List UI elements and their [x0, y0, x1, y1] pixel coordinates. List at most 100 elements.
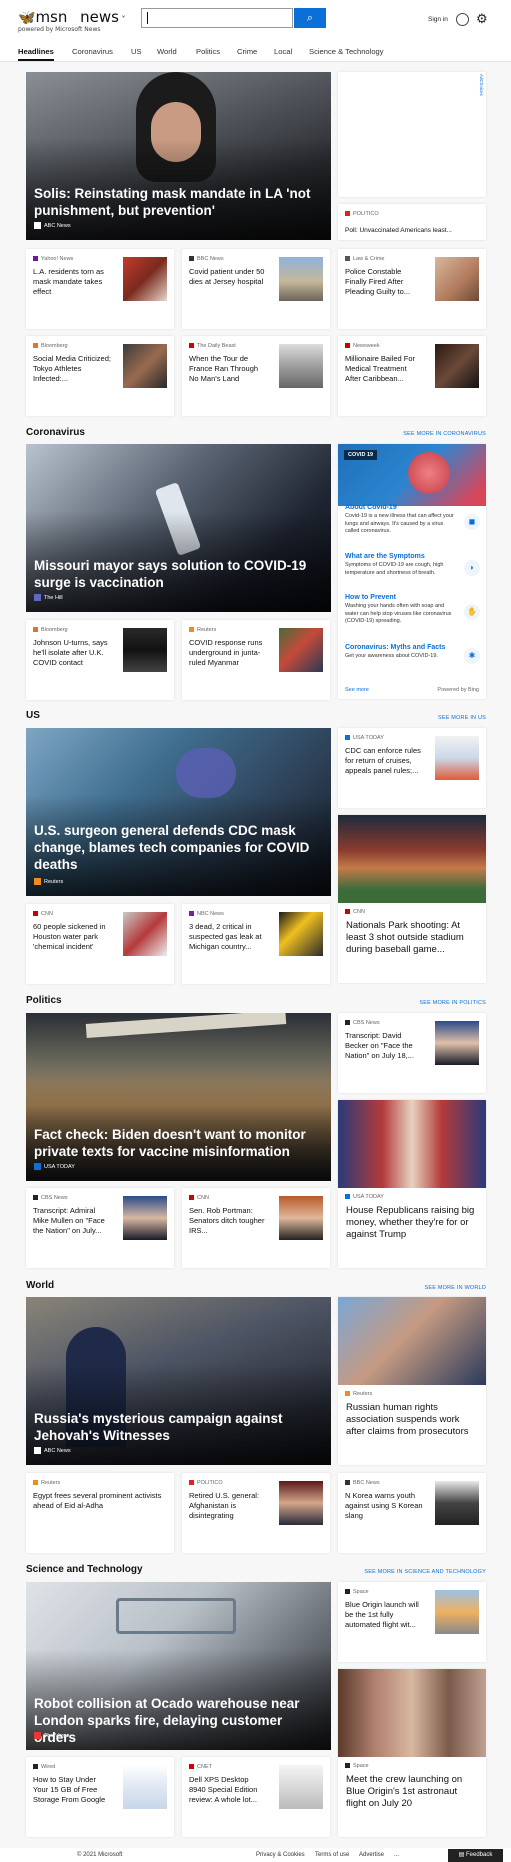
card-title: Transcript: David Becker on "Face the Na… — [345, 1031, 414, 1060]
news-card[interactable]: Bloomberg Johnson U-turns, says he'll is… — [26, 620, 174, 700]
hero-source: ABC News — [34, 1447, 71, 1454]
world-hero-card[interactable]: Russia's mysterious campaign against Jeh… — [26, 1297, 331, 1465]
nav-world[interactable]: World — [157, 47, 177, 56]
card-source: BBC News — [189, 256, 224, 262]
news-card[interactable]: POLITICO Retired U.S. general: Afghanist… — [182, 1473, 330, 1553]
card-title: Social Media Criticized; Tokyo Athletes … — [33, 354, 111, 383]
nav-crime[interactable]: Crime — [237, 47, 257, 56]
hero-image — [116, 1598, 236, 1634]
card-source: Reuters — [33, 1480, 60, 1486]
card-title: Dell XPS Desktop 8940 Special Edition re… — [189, 1775, 258, 1804]
search-button[interactable]: ⌕ — [294, 8, 326, 28]
news-card[interactable]: Newsweek Millionaire Bailed For Medical … — [338, 336, 486, 416]
side-card-politico[interactable]: POLITICO Poll: Unvaccinated Americans le… — [338, 204, 486, 240]
news-card[interactable]: USA TODAY CDC can enforce rules for retu… — [338, 728, 486, 808]
news-card[interactable]: CBS News Transcript: David Becker on "Fa… — [338, 1013, 486, 1093]
news-card[interactable]: BBC News Covid patient under 50 dies at … — [182, 249, 330, 329]
avatar-icon[interactable] — [456, 13, 469, 26]
card-thumbnail — [279, 1196, 323, 1240]
card-source: Space — [345, 1763, 369, 1769]
covid-see-more[interactable]: See more — [345, 687, 369, 693]
footer-link-terms[interactable]: Terms of use — [315, 1852, 349, 1858]
covid-item-prevent[interactable]: How to Prevent Washing your hands often … — [345, 594, 455, 626]
section-heading-coronavirus: Coronavirus — [26, 427, 85, 438]
news-card[interactable]: Law & Crime Police Constable Finally Fir… — [338, 249, 486, 329]
feedback-button[interactable]: ▤ Feedback — [448, 1849, 503, 1862]
msn-logo[interactable]: 🦋msn news ˅ powered by Microsoft News — [18, 8, 126, 33]
section-heading-politics: Politics — [26, 995, 62, 1006]
news-card[interactable]: Yahoo! News L.A. residents torn as mask … — [26, 249, 174, 329]
hero-image — [176, 748, 236, 798]
covid-item-title: Coronavirus: Myths and Facts — [345, 644, 446, 651]
news-card[interactable]: Wired How to Stay Under Your 15 GB of Fr… — [26, 1757, 174, 1837]
hero-title: U.S. surgeon general defends CDC mask ch… — [34, 823, 310, 872]
hero-title: Solis: Reinstating mask mandate in LA 'n… — [34, 186, 311, 218]
ad-choices[interactable]: AdChoices — [479, 74, 484, 96]
card-image — [338, 1100, 486, 1188]
search-input[interactable] — [141, 8, 293, 28]
card-source: Reuters — [189, 627, 216, 633]
news-card-large[interactable]: Reuters Russian human rights association… — [338, 1297, 486, 1465]
news-card[interactable]: Reuters COVID response runs underground … — [182, 620, 330, 700]
card-source: BBC News — [345, 1480, 380, 1486]
card-source: NBC News — [189, 911, 224, 917]
coronavirus-hero-card[interactable]: Missouri mayor says solution to COVID-19… — [26, 444, 331, 612]
card-source: CBS News — [345, 1020, 380, 1026]
nav-science-technology[interactable]: Science & Technology — [309, 47, 384, 56]
news-card[interactable]: CNN Sen. Rob Portman: Senators ditch tou… — [182, 1188, 330, 1268]
covid-badge: COVID 19 — [344, 450, 378, 460]
politics-hero-card[interactable]: Fact check: Biden doesn't want to monito… — [26, 1013, 331, 1181]
nav-politics[interactable]: Politics — [196, 47, 220, 56]
footer-more-menu[interactable]: ... — [394, 1852, 399, 1858]
card-title: Sen. Rob Portman: Senators ditch tougher… — [189, 1206, 265, 1235]
nav-us[interactable]: US — [131, 47, 142, 56]
see-more-world[interactable]: SEE MORE IN WORLD — [425, 1285, 486, 1291]
news-card[interactable]: Bloomberg Social Media Criticized; Tokyo… — [26, 336, 174, 416]
nav-headlines[interactable]: Headlines — [18, 47, 54, 61]
covid-item-symptoms[interactable]: What are the Symptoms Symptoms of COVID-… — [345, 553, 455, 577]
card-thumbnail — [123, 912, 167, 956]
nav-local[interactable]: Local — [274, 47, 292, 56]
see-more-scitech[interactable]: SEE MORE IN SCIENCE AND TECHNOLOGY — [364, 1569, 486, 1575]
card-image — [338, 815, 486, 903]
news-card[interactable]: BBC News N Korea warns youth against usi… — [338, 1473, 486, 1553]
news-card[interactable]: NBC News 3 dead, 2 critical in suspected… — [182, 904, 330, 984]
news-card[interactable]: CBS News Transcript: Admiral Mike Mullen… — [26, 1188, 174, 1268]
us-hero-card[interactable]: U.S. surgeon general defends CDC mask ch… — [26, 728, 331, 896]
gear-icon[interactable]: ⚙ — [476, 11, 488, 27]
lungs-icon: ◼ — [464, 514, 480, 530]
news-card[interactable]: The Daily Beast When the Tour de France … — [182, 336, 330, 416]
card-title: CDC can enforce rules for return of crui… — [345, 746, 421, 775]
news-card-large[interactable]: Space Meet the crew launching on Blue Or… — [338, 1669, 486, 1837]
covid-item-text: Covid-19 is a new illness that can affec… — [345, 513, 454, 534]
news-card[interactable]: Space Blue Origin launch will be the 1st… — [338, 1582, 486, 1662]
news-card[interactable]: Reuters Egypt frees several prominent ac… — [26, 1473, 174, 1553]
news-card[interactable]: CNET Dell XPS Desktop 8940 Special Editi… — [182, 1757, 330, 1837]
covid-item-about[interactable]: About Covid-19 Covid-19 is a new illness… — [345, 504, 455, 536]
news-card[interactable]: CNN 60 people sickened in Houston water … — [26, 904, 174, 984]
card-source: The Daily Beast — [189, 343, 236, 349]
covid-item-myths[interactable]: Coronavirus: Myths and Facts Get your aw… — [345, 644, 455, 661]
see-more-politics[interactable]: SEE MORE IN POLITICS — [419, 1000, 486, 1006]
card-thumbnail — [435, 736, 479, 780]
see-more-coronavirus[interactable]: SEE MORE IN CORONAVIRUS — [403, 431, 486, 437]
card-title: N Korea warns youth against using S Kore… — [345, 1491, 423, 1520]
see-more-us[interactable]: SEE MORE IN US — [438, 715, 486, 721]
nav-coronavirus[interactable]: Coronavirus — [72, 47, 113, 56]
card-source: Wired — [33, 1764, 55, 1770]
chevron-down-icon[interactable]: ˅ — [119, 15, 126, 24]
news-card-large[interactable]: CNN Nationals Park shooting: At least 3 … — [338, 815, 486, 983]
card-title: How to Stay Under Your 15 GB of Free Sto… — [33, 1775, 106, 1804]
footer: © 2021 Microsoft Privacy & Cookies Terms… — [0, 1848, 511, 1862]
footer-link-privacy[interactable]: Privacy & Cookies — [256, 1852, 305, 1858]
ad-slot[interactable]: AdChoices — [338, 72, 486, 197]
covid-item-title: About Covid-19 — [345, 504, 397, 511]
footer-link-advertise[interactable]: Advertise — [359, 1852, 384, 1858]
news-card-large[interactable]: USA TODAY House Republicans raising big … — [338, 1100, 486, 1268]
card-title: L.A. residents torn as mask mandate take… — [33, 267, 104, 296]
headline-hero-card[interactable]: Solis: Reinstating mask mandate in LA 'n… — [26, 72, 331, 240]
hero-title: Robot collision at Ocado warehouse near … — [34, 1696, 300, 1745]
scitech-hero-card[interactable]: Robot collision at Ocado warehouse near … — [26, 1582, 331, 1750]
sign-in-link[interactable]: Sign in — [428, 16, 448, 23]
search-icon: ⌕ — [306, 12, 314, 24]
